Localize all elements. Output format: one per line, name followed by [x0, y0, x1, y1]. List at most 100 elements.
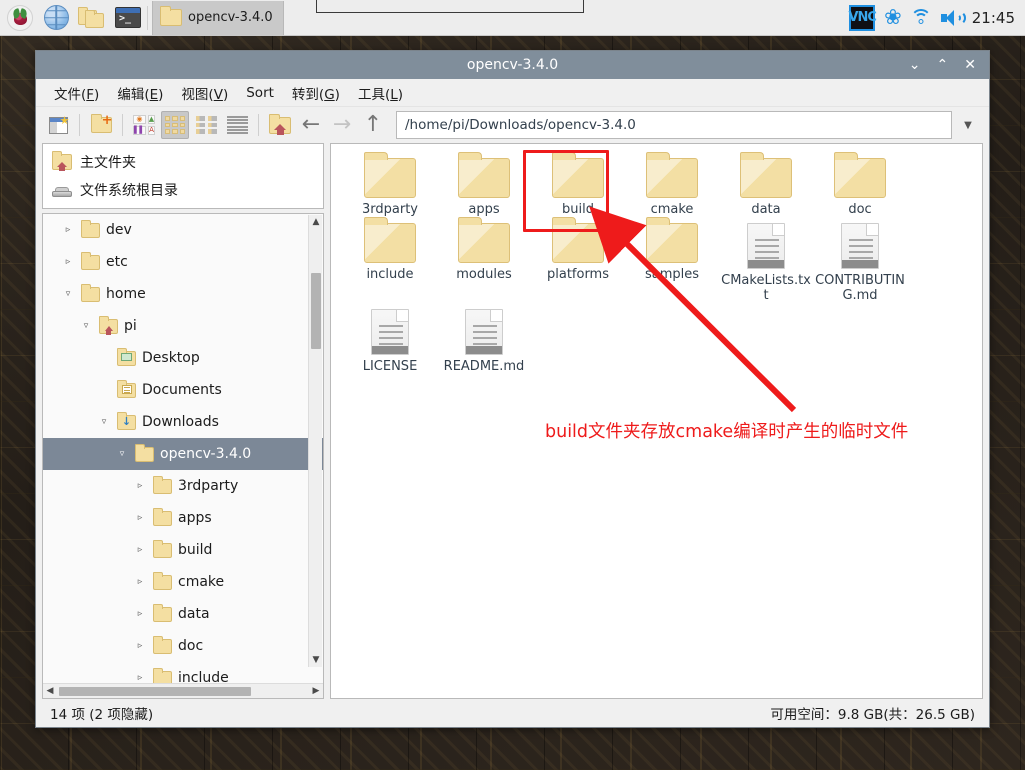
path-input[interactable]: /home/pi/Downloads/opencv-3.4.0 — [396, 111, 952, 139]
tree-item-documents[interactable]: Documents — [43, 374, 323, 406]
file-item-modules[interactable]: modules — [437, 217, 531, 303]
places-list: 主文件夹 文件系统根目录 — [42, 143, 324, 209]
path-dropdown-button[interactable]: ▼ — [955, 111, 981, 139]
chevron-right-icon[interactable]: ▹ — [133, 609, 147, 619]
tree-item-home[interactable]: ▿ home — [43, 278, 323, 310]
file-item-apps[interactable]: apps — [437, 152, 531, 217]
file-item-readme-md[interactable]: README.md — [437, 303, 531, 374]
file-item-doc[interactable]: doc — [813, 152, 907, 217]
folder-icon — [458, 217, 510, 263]
chevron-down-icon[interactable]: ▿ — [115, 449, 129, 459]
home-folder-icon — [99, 315, 118, 335]
bluetooth-icon[interactable]: ❀ — [884, 7, 902, 28]
tree-item-label: opencv-3.4.0 — [160, 446, 252, 462]
chevron-down-icon[interactable]: ▿ — [97, 417, 111, 427]
clock[interactable]: 21:45 — [972, 9, 1015, 27]
scroll-left-icon[interactable]: ◀ — [43, 684, 57, 698]
forward-button[interactable]: → — [328, 111, 356, 139]
menu-file[interactable]: 文件(F) — [46, 80, 107, 106]
toolbar-divider — [258, 114, 259, 136]
file-item-platforms[interactable]: platforms — [531, 217, 625, 303]
close-icon[interactable]: ✕ — [964, 58, 976, 72]
tree-scroll-area: ▹ dev ▹ etc ▿ home ▿ pi Desktop Document… — [43, 214, 323, 683]
terminal-button[interactable]: >_ — [111, 3, 145, 33]
file-item-contributing-md[interactable]: CONTRIBUTING.md — [813, 217, 907, 303]
tree-item-label: data — [178, 606, 210, 622]
chevron-right-icon[interactable]: ▹ — [61, 257, 75, 267]
tree-item-dev[interactable]: ▹ dev — [43, 214, 323, 246]
back-button[interactable]: ← — [297, 111, 325, 139]
menu-edit[interactable]: 编辑(E) — [109, 80, 171, 106]
tree-item-pi[interactable]: ▿ pi — [43, 310, 323, 342]
file-item-data[interactable]: data — [719, 152, 813, 217]
downloads-folder-icon: ↓ — [117, 411, 136, 430]
file-type-filter-button[interactable]: ◉ ▲ ▌▌ A — [130, 111, 158, 139]
file-item-build[interactable]: build — [531, 152, 625, 217]
file-label: modules — [456, 267, 512, 282]
menu-edit-label: 编辑 — [117, 86, 145, 103]
speaker-icon[interactable] — [940, 9, 966, 27]
chevron-right-icon[interactable]: ▹ — [61, 225, 75, 235]
scroll-right-icon[interactable]: ▶ — [309, 684, 323, 698]
tree-item-desktop[interactable]: Desktop — [43, 342, 323, 374]
new-tab-button[interactable]: ★ — [44, 111, 72, 139]
toolbar-divider — [79, 114, 80, 136]
tree-item-include[interactable]: ▹ include — [43, 662, 323, 683]
minimize-icon[interactable]: ⌄ — [909, 58, 921, 72]
scroll-down-icon[interactable]: ▼ — [309, 653, 323, 667]
scrollbar-thumb[interactable] — [311, 273, 321, 349]
scroll-up-icon[interactable]: ▲ — [309, 215, 323, 229]
tree-horizontal-scrollbar[interactable]: ◀ ▶ — [43, 683, 323, 698]
file-item-samples[interactable]: samples — [625, 217, 719, 303]
scrollbar-thumb[interactable] — [59, 687, 251, 696]
taskbar-window-button[interactable]: opencv-3.4.0 — [152, 0, 284, 35]
tree-vertical-scrollbar[interactable]: ▲ ▼ — [308, 215, 322, 667]
window-titlebar[interactable]: opencv-3.4.0 ⌄ ⌃ ✕ — [36, 51, 989, 79]
file-list-pane[interactable]: 3rdparty apps build cmake data doc inclu… — [330, 143, 983, 699]
tree-item-downloads[interactable]: ▿ ↓ Downloads — [43, 406, 323, 438]
tree-item-opencv-3-4-0[interactable]: ▿ opencv-3.4.0 — [43, 438, 323, 470]
chevron-right-icon[interactable]: ▹ — [133, 673, 147, 683]
tree-item-cmake[interactable]: ▹ cmake — [43, 566, 323, 598]
document-icon — [841, 223, 879, 269]
file-item-3rdparty[interactable]: 3rdparty — [343, 152, 437, 217]
home-button[interactable] — [266, 111, 294, 139]
file-item-include[interactable]: include — [343, 217, 437, 303]
folder-icon — [153, 475, 172, 494]
icon-view-button[interactable] — [161, 111, 189, 139]
menu-tools[interactable]: 工具(L) — [350, 80, 411, 106]
file-manager-button[interactable] — [75, 3, 109, 33]
sidebar-item-filesystem-root[interactable]: 文件系统根目录 — [43, 176, 323, 204]
chevron-down-icon[interactable]: ▿ — [61, 289, 75, 299]
tree-item-label: etc — [106, 254, 128, 270]
tree-item-etc[interactable]: ▹ etc — [43, 246, 323, 278]
file-item-license[interactable]: LICENSE — [343, 303, 437, 374]
taskbar-spacer — [284, 0, 849, 35]
chevron-right-icon[interactable]: ▹ — [133, 641, 147, 651]
chevron-down-icon[interactable]: ▿ — [79, 321, 93, 331]
tree-item-doc[interactable]: ▹ doc — [43, 630, 323, 662]
tree-item-3rdparty[interactable]: ▹ 3rdparty — [43, 470, 323, 502]
chevron-right-icon[interactable]: ▹ — [133, 481, 147, 491]
raspberry-menu-button[interactable] — [3, 3, 37, 33]
maximize-icon[interactable]: ⌃ — [937, 58, 949, 72]
chevron-right-icon[interactable]: ▹ — [133, 513, 147, 523]
new-folder-button[interactable]: + — [87, 111, 115, 139]
tree-item-apps[interactable]: ▹ apps — [43, 502, 323, 534]
compact-view-button[interactable] — [192, 111, 220, 139]
detail-view-button[interactable] — [223, 111, 251, 139]
vnc-icon[interactable]: VNC — [848, 4, 877, 31]
menu-go[interactable]: 转到(G) — [284, 80, 348, 106]
tree-item-data[interactable]: ▹ data — [43, 598, 323, 630]
file-item-cmake[interactable]: cmake — [625, 152, 719, 217]
sidebar-item-home-folder[interactable]: 主文件夹 — [43, 148, 323, 176]
chevron-right-icon[interactable]: ▹ — [133, 577, 147, 587]
wifi-icon[interactable] — [910, 9, 932, 26]
menu-sort[interactable]: Sort — [238, 82, 282, 104]
chevron-right-icon[interactable]: ▹ — [133, 545, 147, 555]
up-button[interactable]: ↑ — [359, 111, 387, 139]
menu-view[interactable]: 视图(V) — [173, 80, 236, 106]
file-item-cmakelists-txt[interactable]: CMakeLists.txt — [719, 217, 813, 303]
tree-item-build[interactable]: ▹ build — [43, 534, 323, 566]
web-browser-button[interactable] — [39, 3, 73, 33]
